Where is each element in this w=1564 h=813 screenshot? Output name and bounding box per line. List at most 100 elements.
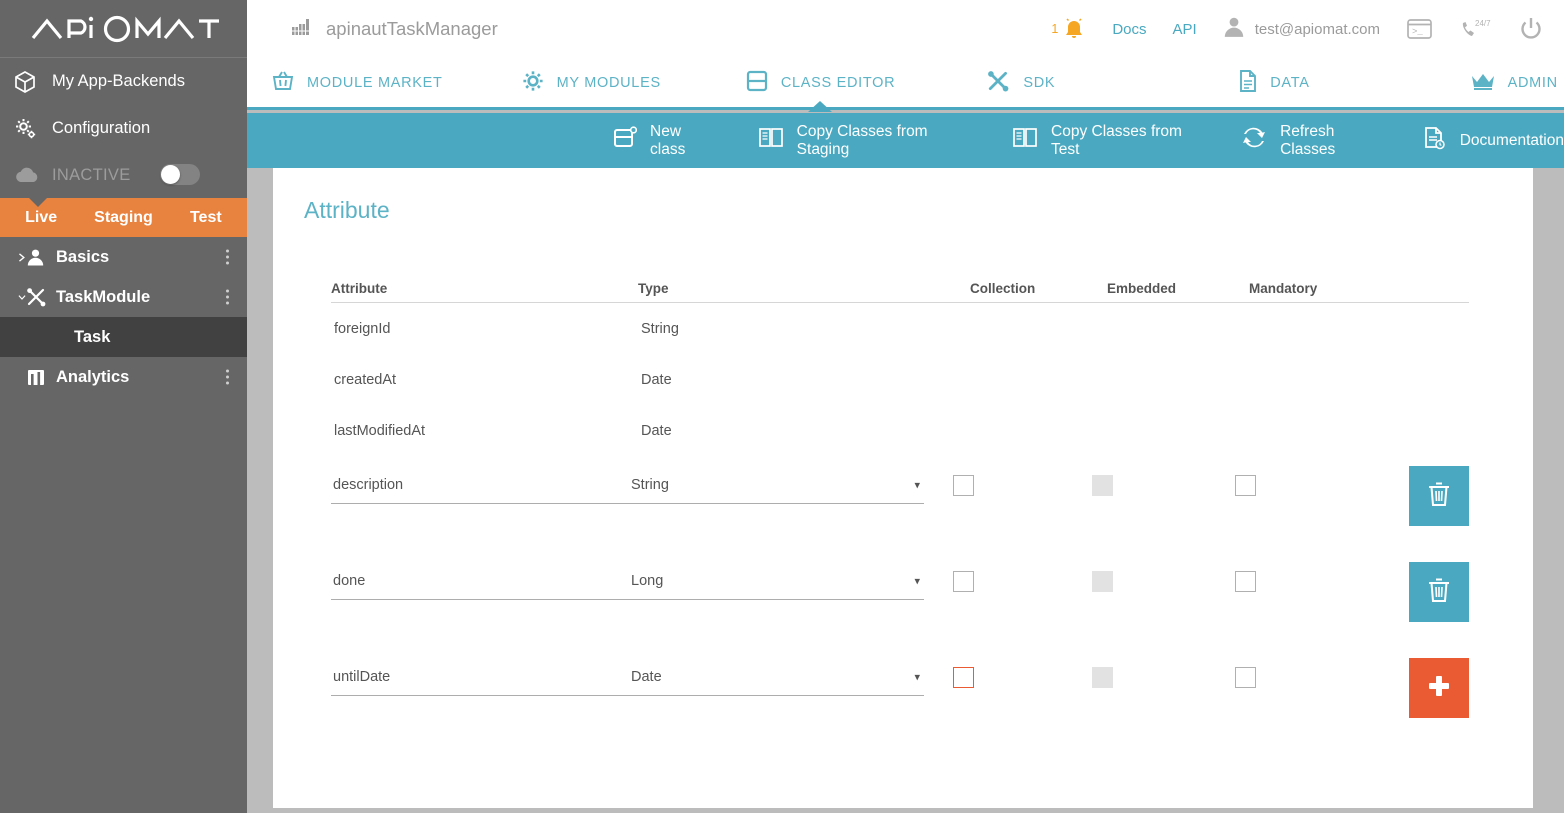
bell-icon[interactable] (1062, 17, 1086, 41)
phone-24-7-icon[interactable]: 24/7 (1459, 17, 1492, 41)
tree-item-task[interactable]: Task (0, 317, 247, 357)
collection-checkbox[interactable] (953, 667, 974, 688)
user-email-label[interactable]: test@apiomat.com (1255, 21, 1380, 38)
copy-icon (1012, 127, 1038, 154)
cloud-icon (14, 166, 48, 184)
column-header-attribute: Attribute (331, 281, 638, 296)
delete-attribute-button[interactable] (1409, 466, 1469, 526)
attribute-type-select[interactable]: Date ▾ (629, 658, 924, 696)
column-header-embedded: Embedded (1107, 281, 1249, 296)
column-header-collection: Collection (970, 281, 1107, 296)
attribute-name-input[interactable]: done (331, 562, 629, 600)
attribute-type-value: String (629, 477, 669, 493)
tree-item-basics[interactable]: Basics (0, 237, 247, 277)
app-title-group[interactable]: apinautTaskManager (291, 17, 498, 42)
attribute-name-value: untilDate (331, 669, 390, 685)
add-attribute-button[interactable] (1409, 658, 1469, 718)
chevron-down-icon[interactable] (0, 292, 26, 303)
chevron-down-icon: ▾ (914, 478, 920, 491)
trash-icon (1426, 576, 1452, 609)
documentation-icon (1423, 126, 1447, 155)
sidebar-item-my-app-backends[interactable]: My App-Backends (0, 58, 247, 105)
tree-item-analytics[interactable]: Analytics (0, 357, 247, 397)
table-row: untilDate Date ▾ (331, 648, 1469, 744)
tab-module-market[interactable]: MODULE MARKET (271, 57, 443, 109)
new-class-button[interactable]: New class (613, 123, 716, 159)
cube-icon (14, 70, 48, 94)
tools-icon (26, 287, 56, 307)
tab-sdk[interactable]: SDK (987, 57, 1055, 109)
class-editor-toolbar: New class Copy Classes from Staging Copy… (247, 113, 1564, 168)
tree-item-label: TaskModule (56, 288, 150, 307)
copy-classes-from-staging-button[interactable]: Copy Classes from Staging (758, 123, 974, 159)
copy-classes-from-test-button[interactable]: Copy Classes from Test (1012, 123, 1205, 159)
main-nav-tabs: MODULE MARKET MY MODULES CLASS EDITOR SD… (247, 58, 1564, 110)
attribute-name-value: done (331, 573, 365, 589)
tab-label: MODULE MARKET (307, 75, 443, 91)
refresh-classes-button[interactable]: Refresh Classes (1241, 123, 1387, 159)
tab-admin[interactable]: ADMIN (1470, 57, 1558, 109)
row-attribute-type: Date (638, 423, 970, 439)
attribute-name-input[interactable]: untilDate (331, 658, 629, 696)
brand-logo[interactable] (0, 0, 247, 58)
chevron-right-icon[interactable] (0, 251, 26, 264)
active-tab-indicator (808, 101, 832, 112)
header-right-group: 1 Docs API test@apiomat.com >_ 24/7 (1051, 0, 1564, 58)
attribute-type-value: Long (629, 573, 663, 589)
sidebar-item-configuration[interactable]: Configuration (0, 105, 247, 152)
table-row: foreignId String (331, 303, 1469, 354)
attribute-type-value: Date (629, 669, 662, 685)
row-attribute-name: lastModifiedAt (331, 423, 638, 439)
environment-test[interactable]: Test (165, 209, 247, 227)
person-icon (1223, 16, 1245, 43)
column-header-type: Type (638, 281, 970, 296)
tab-class-editor[interactable]: CLASS EDITOR (745, 57, 896, 109)
attribute-type-select[interactable]: Long ▾ (629, 562, 924, 600)
backend-status-row: INACTIVE (0, 152, 247, 198)
toolbar-button-label: Copy Classes from Staging (797, 123, 974, 159)
environment-live[interactable]: Live (0, 209, 82, 227)
mandatory-checkbox[interactable] (1235, 475, 1256, 496)
table-header-row: Attribute Type Collection Embedded Manda… (331, 271, 1469, 303)
svg-text:24/7: 24/7 (1475, 19, 1491, 28)
embedded-checkbox (1092, 571, 1113, 592)
tree-item-label: Analytics (56, 368, 129, 387)
collection-checkbox[interactable] (953, 571, 974, 592)
apiomat-logo-icon (29, 12, 219, 46)
mandatory-checkbox[interactable] (1235, 667, 1256, 688)
row-attribute-type: String (638, 321, 970, 337)
refresh-icon (1241, 127, 1267, 154)
tab-my-modules[interactable]: MY MODULES (521, 57, 661, 109)
attribute-name-input[interactable]: description (331, 466, 629, 504)
delete-attribute-button[interactable] (1409, 562, 1469, 622)
tree-item-menu-icon[interactable] (226, 290, 229, 305)
mandatory-checkbox[interactable] (1235, 571, 1256, 592)
backend-status-toggle[interactable] (160, 164, 200, 185)
terminal-icon[interactable]: >_ (1406, 17, 1433, 41)
docs-link[interactable]: Docs (1112, 21, 1146, 38)
attribute-card: Attribute Attribute Type Collection Embe… (273, 168, 1533, 808)
embedded-checkbox (1092, 475, 1113, 496)
tab-label: SDK (1023, 75, 1055, 91)
tab-label: MY MODULES (557, 75, 661, 91)
collection-checkbox[interactable] (953, 475, 974, 496)
tree-item-menu-icon[interactable] (226, 250, 229, 265)
attribute-type-select[interactable]: String ▾ (629, 466, 924, 504)
sidebar-item-label: Configuration (52, 119, 150, 138)
tree-item-taskmodule[interactable]: TaskModule (0, 277, 247, 317)
tree-item-menu-icon[interactable] (226, 370, 229, 385)
tab-label: CLASS EDITOR (781, 75, 896, 91)
tree-item-label: Task (0, 328, 110, 347)
tree-item-label: Basics (56, 248, 109, 267)
environment-staging[interactable]: Staging (82, 209, 164, 227)
tab-data[interactable]: DATA (1238, 57, 1309, 109)
app-root: My App-Backends Configuration INACTIVE L… (0, 0, 1564, 813)
power-icon[interactable] (1518, 16, 1544, 42)
sidebar-item-label: My App-Backends (52, 72, 185, 91)
table-row: description String ▾ (331, 456, 1469, 552)
table-row: lastModifiedAt Date (331, 405, 1469, 456)
environment-notch (29, 198, 47, 207)
toolbar-button-label: Documentation (1460, 132, 1564, 150)
api-link[interactable]: API (1173, 21, 1197, 38)
documentation-button[interactable]: Documentation (1423, 126, 1564, 155)
